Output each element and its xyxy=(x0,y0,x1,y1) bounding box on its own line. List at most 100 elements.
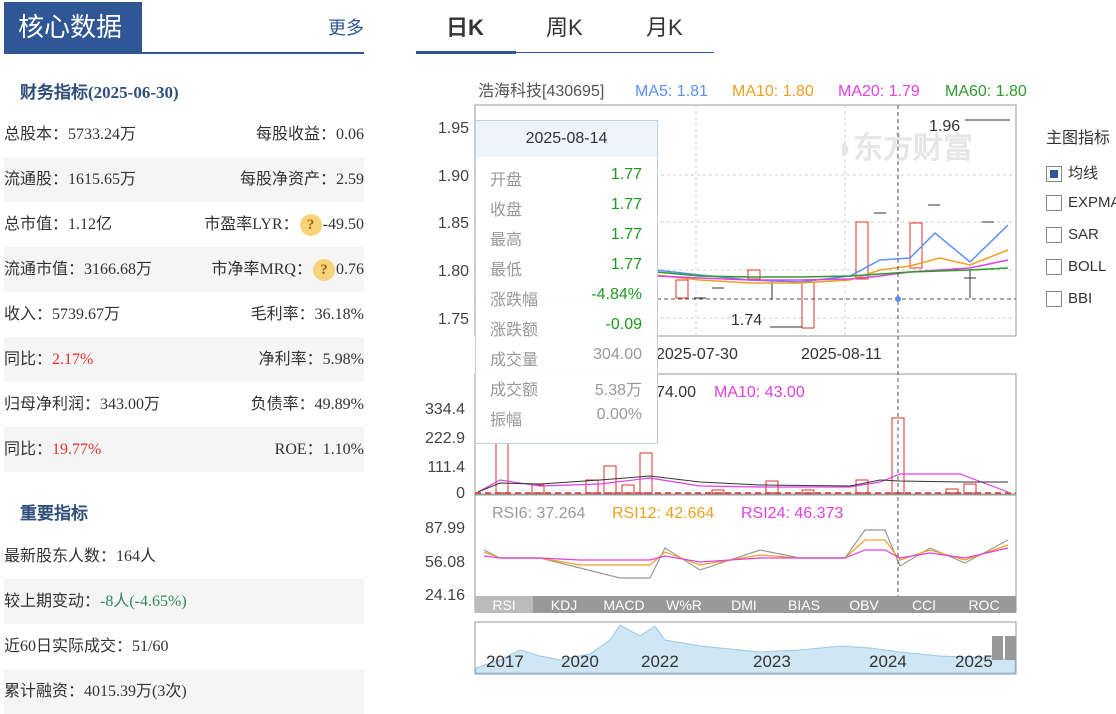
volume-tick: 0 xyxy=(456,485,465,502)
vol-ma10-label: MA10: 43.00 xyxy=(714,384,805,401)
tab-roc[interactable]: ROC xyxy=(968,597,999,613)
option-label: 均线 xyxy=(1068,165,1099,182)
tooltip-value: 304.00 xyxy=(593,346,642,363)
crosshair-point xyxy=(895,296,901,302)
tab-wr[interactable]: W%R xyxy=(666,597,702,613)
indicator-option-bbi[interactable]: BBI xyxy=(1046,290,1092,312)
ma60-label: MA60: 1.80 xyxy=(945,83,1027,100)
tooltip-value: -0.09 xyxy=(605,316,642,333)
ma20-label: MA20: 1.79 xyxy=(838,83,920,100)
date-label: 2025-07-30 xyxy=(656,346,738,363)
stock-name: 浩海科技[430695] xyxy=(478,82,604,100)
vol-ma5-line xyxy=(477,475,1008,493)
tooltip-row: 振幅 0.00% xyxy=(490,406,642,436)
tooltip-row: 成交量 304.00 xyxy=(490,346,642,376)
tooltip-key: 成交量 xyxy=(490,352,539,369)
option-label: SAR xyxy=(1068,226,1099,243)
checkbox-icon[interactable] xyxy=(1046,195,1062,212)
volume-tick: 111.4 xyxy=(427,459,465,476)
candle xyxy=(801,281,815,329)
tab-rsi[interactable]: RSI xyxy=(492,597,515,613)
volume-tick: 334.4 xyxy=(425,401,465,418)
tooltip-row: 开盘 1.77 xyxy=(490,166,642,196)
tooltip-date: 2025-08-14 xyxy=(476,121,657,157)
ma5-label: MA5: 1.81 xyxy=(635,83,708,100)
tooltip-key: 振幅 xyxy=(490,412,523,429)
vol-ma5-label: 74.00 xyxy=(656,384,696,401)
tooltip-value: 1.77 xyxy=(610,196,642,213)
ma5-line xyxy=(655,224,1009,283)
tooltip-key: 成交额 xyxy=(490,382,539,399)
checkbox-icon[interactable] xyxy=(1046,291,1062,308)
low-price-note: 1.74 xyxy=(731,312,762,329)
rsi6-label: RSI6: 37.264 xyxy=(492,505,586,522)
volume-tick: 222.9 xyxy=(425,430,465,447)
tab-dmi[interactable]: DMI xyxy=(731,597,757,613)
tooltip-value: 1.77 xyxy=(610,226,642,243)
rsi-tick: 24.16 xyxy=(425,587,465,604)
tooltip-row: 最低 1.77 xyxy=(490,256,642,286)
price-axis: 1.95 1.90 1.85 1.80 1.75 xyxy=(438,120,469,328)
tooltip-key: 涨跌幅 xyxy=(490,292,539,309)
range-handle[interactable] xyxy=(992,636,1003,660)
rsi-tick: 56.08 xyxy=(425,554,465,571)
year-label: 2022 xyxy=(641,652,679,671)
price-tick: 1.90 xyxy=(438,168,469,185)
watermark-logo: 东方财富 xyxy=(853,131,973,165)
tooltip-key: 涨跌额 xyxy=(490,322,539,339)
checkbox-checked-icon[interactable] xyxy=(1046,166,1062,183)
tooltip-row: 涨跌幅 -4.84% xyxy=(490,286,642,316)
volume-bar xyxy=(621,484,635,494)
year-label: 2023 xyxy=(753,652,791,671)
option-label: EXPMA xyxy=(1068,194,1116,211)
range-handle[interactable] xyxy=(1005,636,1016,660)
ma10-label: MA10: 1.80 xyxy=(732,83,814,100)
tooltip-value: 5.38万 xyxy=(594,382,642,399)
tooltip-row: 成交额 5.38万 xyxy=(490,376,642,406)
candle-tooltip: 2025-08-14 开盘 1.77 收盘 1.77 最高 1.77 最低 1.77 涨… xyxy=(475,120,658,444)
option-label: BOLL xyxy=(1068,258,1107,275)
price-tick: 1.85 xyxy=(438,215,469,232)
candle xyxy=(909,222,923,269)
tooltip-value: 1.77 xyxy=(610,166,642,183)
volume-bar xyxy=(639,452,653,494)
year-label: 2020 xyxy=(561,652,599,671)
price-tick: 1.75 xyxy=(438,311,469,328)
rsi-tick: 87.99 xyxy=(425,520,465,537)
indicator-option-boll[interactable]: BOLL xyxy=(1046,258,1106,280)
tab-obv[interactable]: OBV xyxy=(849,597,879,613)
year-label: 2017 xyxy=(486,652,524,671)
tooltip-value: -4.84% xyxy=(591,286,642,303)
option-label: BBI xyxy=(1068,290,1093,307)
volume-axis: 334.4 222.9 111.4 0 xyxy=(425,401,465,502)
indicator-option-expma[interactable]: EXPMA xyxy=(1046,194,1116,216)
date-axis: 2025-07-30 2025-08-11 xyxy=(656,346,882,363)
tooltip-key: 收盘 xyxy=(490,202,523,219)
price-tick: 1.80 xyxy=(438,263,469,280)
high-price-note: 1.96 xyxy=(929,118,960,135)
tab-bias[interactable]: BIAS xyxy=(788,597,820,613)
tooltip-value: 1.77 xyxy=(610,256,642,273)
rsi12-label: RSI12: 42.664 xyxy=(612,505,714,522)
volume-bar xyxy=(855,479,869,494)
indicator-option-sar[interactable]: SAR xyxy=(1046,226,1099,248)
rsi6-line xyxy=(483,529,1009,579)
year-label: 2025 xyxy=(955,652,993,671)
candle xyxy=(675,279,689,299)
tooltip-row: 最高 1.77 xyxy=(490,226,642,256)
tab-cci[interactable]: CCI xyxy=(912,597,936,613)
tab-macd[interactable]: MACD xyxy=(603,597,644,613)
checkbox-icon[interactable] xyxy=(1046,227,1062,244)
tooltip-key: 最高 xyxy=(490,232,523,249)
indicator-option-ma[interactable]: 均线 xyxy=(1046,162,1098,184)
rsi24-label: RSI24: 46.373 xyxy=(741,505,843,522)
price-tick: 1.95 xyxy=(438,120,469,137)
checkbox-icon[interactable] xyxy=(1046,259,1062,276)
tooltip-row: 收盘 1.77 xyxy=(490,196,642,226)
volume-bar xyxy=(585,479,599,494)
logo-icon: ◗ xyxy=(836,132,854,165)
tab-kdj[interactable]: KDJ xyxy=(551,597,577,613)
tooltip-value: 0.00% xyxy=(596,406,642,423)
volume-bar xyxy=(963,483,977,494)
year-label: 2024 xyxy=(869,652,907,671)
